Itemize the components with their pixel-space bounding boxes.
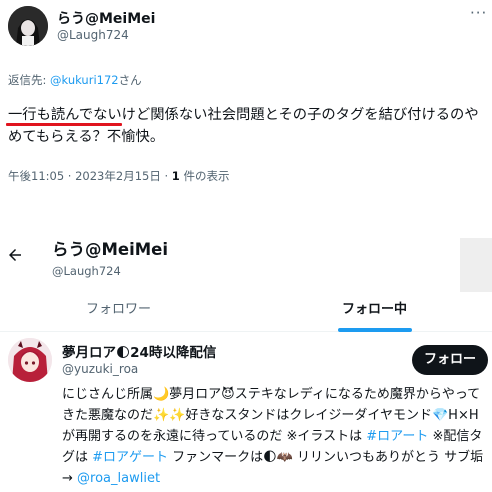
tweet-text-line-2: めてもらえる？不愉快。	[8, 129, 165, 145]
more-dots-icon[interactable]: ···	[470, 4, 487, 22]
tweet: らう@MeiMei @Laugh724 ··· 返信先: @kukuri172さ…	[0, 0, 492, 208]
tab-followers[interactable]: フォロワー	[86, 288, 151, 332]
follow-button[interactable]: フォロー	[412, 345, 488, 375]
tweet-timestamp[interactable]: 午後11:05 · 2023年2月15日 ·	[8, 169, 172, 183]
tab-following[interactable]: フォロー中	[342, 288, 407, 332]
avatar[interactable]	[8, 6, 48, 46]
red-underline-annotation	[6, 123, 122, 126]
tweet-author-handle[interactable]: @Laugh724	[57, 28, 129, 42]
profile-header: らう@MeiMei @Laugh724	[0, 228, 492, 286]
reply-to-suffix: さん	[118, 73, 142, 87]
user-avatar[interactable]	[8, 338, 52, 382]
user-display-name[interactable]: 夢月ロア🌓24時以降配信	[62, 341, 216, 361]
bio-hashtag-roagate[interactable]: #ロアゲート	[92, 450, 168, 465]
view-count: 1	[171, 169, 180, 183]
reply-to-line: 返信先: @kukuri172さん	[8, 72, 142, 88]
view-label: 件の表示	[179, 169, 230, 183]
bio-hashtag-roart[interactable]: #ロアート	[366, 429, 428, 444]
reply-to-prefix: 返信先:	[8, 73, 51, 87]
user-bio: にじさんじ所属🌙夢月ロア😈ステキなレディになるため魔界からやってきた悪魔なのだ✨…	[62, 384, 490, 489]
profile-display-name: らう@MeiMei	[52, 240, 169, 259]
reply-to-mention[interactable]: @kukuri172	[50, 73, 119, 87]
tweet-author-name[interactable]: らう@MeiMei	[57, 8, 155, 28]
user-avatar-image	[8, 338, 52, 382]
follow-tabs: フォロワー フォロー中	[0, 288, 492, 332]
tweet-meta: 午後11:05 · 2023年2月15日 · 1 件の表示	[8, 168, 229, 184]
bio-mention-sub-account[interactable]: @roa_lawliet	[77, 471, 160, 486]
tweet-text: 一行も読んでないけど関係ない社会問題とその子のタグを結び付けるのや めてもらえる…	[8, 104, 486, 148]
back-arrow-icon[interactable]	[6, 246, 24, 264]
user-handle[interactable]: @yuzuki_roa	[62, 362, 138, 376]
avatar-image	[8, 6, 48, 46]
profile-handle: @Laugh724	[52, 264, 121, 278]
active-tab-indicator	[338, 328, 412, 332]
